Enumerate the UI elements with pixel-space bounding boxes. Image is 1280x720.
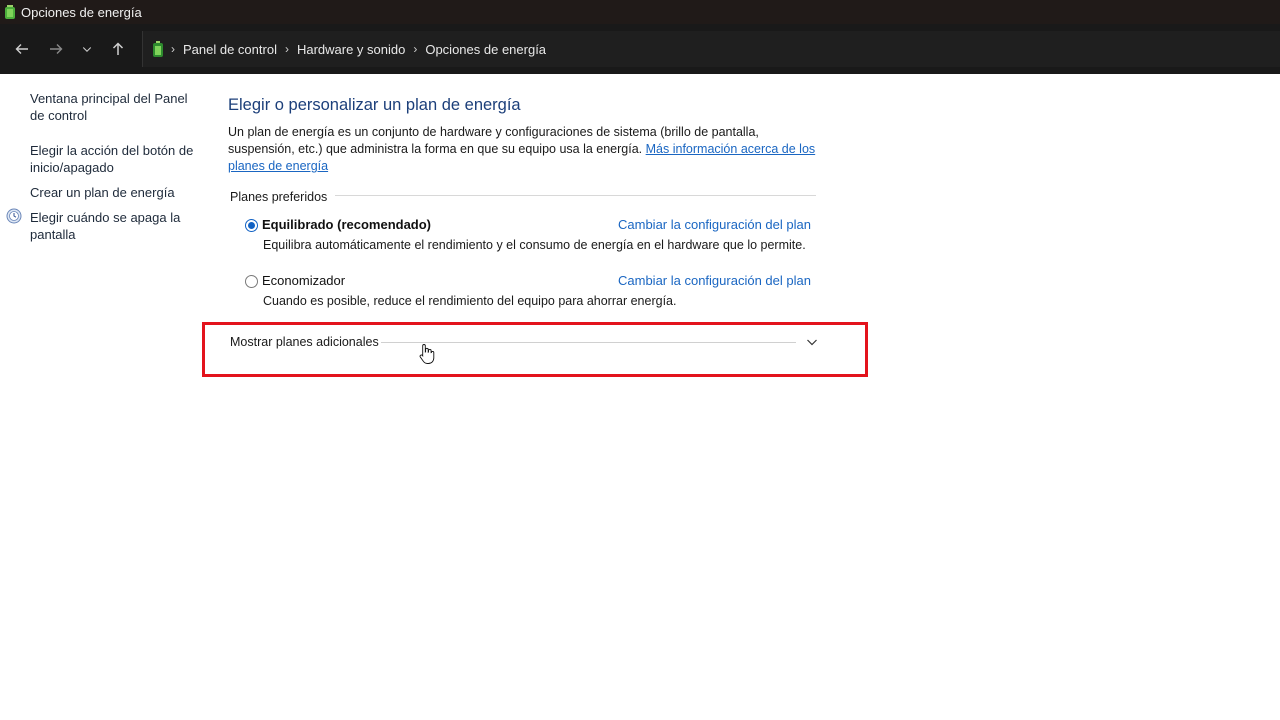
- breadcrumb-separator: ›: [171, 42, 175, 56]
- change-plan-link-equilibrado[interactable]: Cambiar la configuración del plan: [618, 217, 811, 232]
- show-additional-plans-toggle[interactable]: Mostrar planes adicionales: [230, 334, 820, 352]
- breadcrumb-panel-de-control[interactable]: Panel de control: [183, 42, 277, 57]
- plan-description-economizador: Cuando es posible, reduce el rendimiento…: [263, 294, 677, 308]
- title-bar: Opciones de energía: [0, 0, 1280, 24]
- battery-icon: [5, 5, 15, 19]
- radio-equilibrado[interactable]: [245, 219, 258, 232]
- link-panel-principal[interactable]: Ventana principal del Panel de control: [30, 90, 200, 124]
- breadcrumb-separator: ›: [284, 42, 289, 56]
- additional-plans-divider: [381, 342, 796, 343]
- radio-economizador[interactable]: [245, 275, 258, 288]
- breadcrumb-separator: ›: [413, 42, 418, 56]
- group-label-planes-preferidos: Planes preferidos: [230, 190, 336, 204]
- hand-cursor-icon: [419, 344, 435, 364]
- recent-locations-button[interactable]: [73, 32, 101, 66]
- page-description: Un plan de energía es un conjunto de har…: [228, 124, 818, 175]
- back-button[interactable]: [5, 32, 39, 66]
- chevron-down-icon: [82, 47, 92, 52]
- arrow-left-icon: [15, 44, 28, 54]
- page-title: Elegir o personalizar un plan de energía: [228, 96, 521, 114]
- window-title: Opciones de energía: [21, 4, 142, 20]
- plan-name-equilibrado[interactable]: Equilibrado (recomendado): [262, 217, 431, 232]
- forward-button[interactable]: [39, 32, 73, 66]
- link-accion-boton-inicio[interactable]: Elegir la acción del botón de inicio/apa…: [30, 142, 200, 176]
- group-divider: [330, 195, 816, 196]
- show-additional-plans-label: Mostrar planes adicionales: [230, 335, 379, 349]
- plan-description-equilibrado: Equilibra automáticamente el rendimiento…: [263, 238, 806, 252]
- link-crear-plan[interactable]: Crear un plan de energía: [30, 184, 200, 201]
- link-apagar-pantalla[interactable]: Elegir cuándo se apaga la pantalla: [30, 209, 200, 243]
- arrow-up-icon: [112, 42, 124, 55]
- up-button[interactable]: [101, 32, 135, 66]
- breadcrumb-hardware-y-sonido[interactable]: Hardware y sonido: [297, 42, 405, 57]
- navigation-bar: › Panel de control › Hardware y sonido ›…: [0, 24, 1280, 74]
- plan-name-economizador[interactable]: Economizador: [262, 273, 345, 288]
- change-plan-link-economizador[interactable]: Cambiar la configuración del plan: [618, 273, 811, 288]
- chevron-down-icon[interactable]: [806, 336, 818, 348]
- arrow-right-icon: [50, 44, 63, 54]
- address-bar[interactable]: › Panel de control › Hardware y sonido ›…: [142, 31, 1280, 67]
- display-timer-icon: [6, 208, 22, 224]
- battery-icon: [153, 41, 163, 57]
- breadcrumb-opciones-de-energia[interactable]: Opciones de energía: [425, 42, 546, 57]
